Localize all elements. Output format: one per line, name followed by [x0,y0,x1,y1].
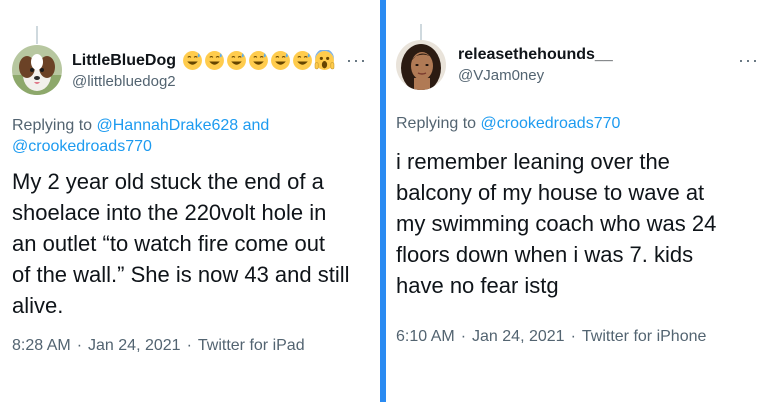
more-options-icon[interactable]: ··· [346,50,367,71]
more-options-icon[interactable]: ··· [738,50,759,71]
mention-link[interactable]: @HannahDrake628 [97,117,239,134]
grinning-sweat-emoji-icon [227,51,246,70]
tweet-date[interactable]: Jan 24, 2021 [88,337,181,354]
avatar[interactable] [12,45,62,95]
tweet-text-line: of the wall.” She is now 43 and still [12,262,350,287]
grinning-sweat-emoji-icon [205,51,224,70]
mention-link[interactable]: @crookedroads770 [481,115,621,132]
tweet-time[interactable]: 6:10 AM [396,328,455,345]
replying-prefix: Replying to [396,115,477,132]
name-emojis [182,50,335,71]
replying-prefix: Replying to [12,117,93,134]
tweet-text-line: alive. [12,293,64,318]
user-handle[interactable]: @VJam0ney [458,66,613,86]
display-name[interactable]: LittleBlueDog [72,50,335,71]
tweet-text-line: an outlet “to watch fire come out [12,231,326,256]
grinning-sweat-emoji-icon [271,51,290,70]
replying-to-line: Replying to @HannahDrake628 and @crooked… [12,115,312,157]
tweet-text-line: balcony of my house to wave at [396,180,705,205]
tweet-text-line: my swimming coach who was 24 [396,211,717,236]
tweet-card-left[interactable]: LittleBlueDog @littlebluedog2 ··· Replyi… [0,0,380,402]
dog-avatar-image [12,45,62,95]
tweet-text-line: shoelace into the 220volt hole in [12,200,327,225]
thread-connector-line [36,26,38,44]
tweet-source[interactable]: Twitter for iPhone [582,328,707,345]
tweet-metadata: 8:28 AM · Jan 24, 2021 · Twitter for iPad [12,337,305,355]
tweet-text-line: My 2 year old stuck the end of a [12,169,324,194]
tweet-text-line: floors down when i was 7. kids [396,242,694,267]
user-handle[interactable]: @littlebluedog2 [72,72,335,92]
display-name-text: releasethehounds__ [458,46,613,63]
screaming-fear-emoji-icon [314,50,335,70]
replying-to-line: Replying to @crookedroads770 [396,113,756,134]
tweet-text-line: have no fear istg [396,273,559,298]
separator-dot: · [460,328,467,345]
grinning-sweat-emoji-icon [249,51,268,70]
tweet-date[interactable]: Jan 24, 2021 [472,328,565,345]
tweet-text: My 2 year old stuck the end of a shoelac… [12,166,377,321]
separator-dot: · [186,337,192,354]
display-name[interactable]: releasethehounds__ [458,45,613,65]
mention-link[interactable]: @crookedroads770 [12,138,152,155]
tweet-text: i remember leaning over the balcony of m… [396,146,764,301]
replying-and: and [242,117,270,134]
tweet-text-line: i remember leaning over the [396,149,670,174]
tweet-source[interactable]: Twitter for iPad [198,337,305,354]
tweet-card-right[interactable]: releasethehounds__ @VJam0ney ··· Replyin… [386,0,768,402]
separator-dot: · [76,337,83,354]
display-name-text: LittleBlueDog [72,51,176,69]
grinning-sweat-emoji-icon [293,51,312,70]
separator-dot: · [570,328,576,345]
avatar[interactable] [396,40,446,90]
tweet-time[interactable]: 8:28 AM [12,337,71,354]
person-avatar-image [396,40,446,90]
tweet-metadata: 6:10 AM · Jan 24, 2021 · Twitter for iPhone [396,328,706,346]
grinning-sweat-emoji-icon [183,51,202,70]
